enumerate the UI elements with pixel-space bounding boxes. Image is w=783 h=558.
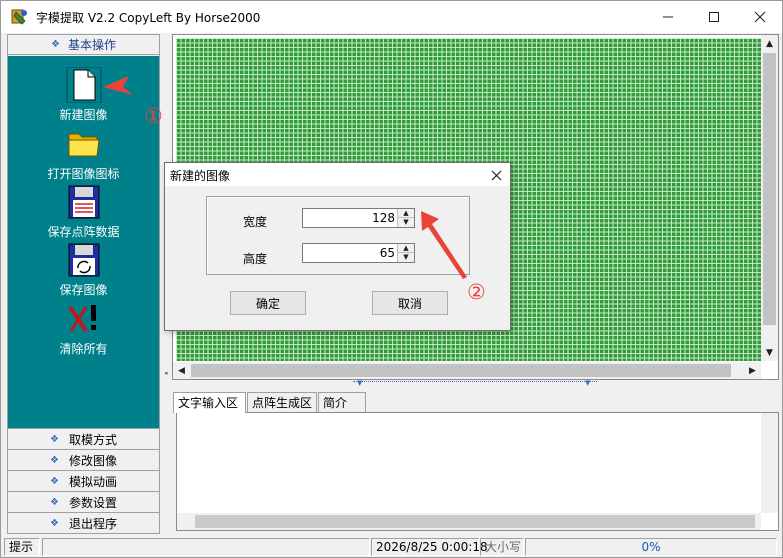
width-spinbox[interactable]: 128 ▲ ▼ — [302, 208, 415, 228]
splitter-arrow-icon: ◂ — [164, 369, 168, 377]
height-value[interactable]: 65 — [380, 246, 395, 260]
height-spinbox[interactable]: 65 ▲ ▼ — [302, 243, 415, 263]
minimize-icon — [663, 16, 673, 18]
height-spin-buttons: ▲ ▼ — [397, 244, 414, 262]
section-basic-operations[interactable]: ❖ 基本操作 — [8, 35, 159, 55]
status-hint: 提示 — [4, 538, 40, 556]
window-title: 字模提取 V2.2 CopyLeft By Horse2000 — [36, 11, 261, 25]
scroll-thumb[interactable] — [191, 364, 731, 377]
tool-label: 保存点阵数据 — [47, 225, 120, 239]
diamond-icon: ❖ — [50, 517, 59, 529]
dialog-title-bar: 新建的图像 — [165, 163, 510, 186]
vertical-scrollbar[interactable] — [761, 413, 778, 513]
diamond-icon: ❖ — [50, 475, 59, 487]
scroll-up-icon[interactable]: ▲ — [761, 35, 778, 52]
maximize-icon — [709, 12, 719, 22]
section-label: 参数设置 — [68, 495, 117, 510]
status-message — [42, 538, 370, 556]
tab-dot-matrix[interactable]: 点阵生成区 — [247, 392, 317, 412]
spin-up-icon[interactable]: ▲ — [398, 244, 414, 253]
app-window: 字模提取 V2.2 CopyLeft By Horse2000 ❖ 基本操作 新… — [0, 0, 783, 558]
title-bar: 字模提取 V2.2 CopyLeft By Horse2000 — [1, 1, 782, 33]
scroll-thumb[interactable] — [195, 515, 755, 528]
close-icon — [491, 170, 501, 180]
section-mode[interactable]: ❖ 取模方式 — [8, 428, 159, 449]
width-value[interactable]: 128 — [372, 211, 395, 225]
diamond-icon: ❖ — [50, 496, 59, 508]
tool-save-data[interactable]: 保存点阵数据 — [8, 184, 159, 240]
text-input-area[interactable] — [176, 412, 779, 531]
annotation-arrow-icon — [421, 211, 467, 279]
section-label: 基本操作 — [67, 38, 116, 52]
section-edit-image[interactable]: ❖ 修改图像 — [8, 449, 159, 470]
dialog-title: 新建的图像 — [170, 169, 231, 183]
spin-down-icon[interactable]: ▼ — [398, 253, 414, 262]
sidebar: ❖ 基本操作 新建图像 打开图像图标 保存点阵数据 保存图像 清除所有 ❖ 取模… — [7, 34, 160, 534]
width-label: 宽度 — [243, 215, 268, 229]
splitter-arrow-icon: ▼ — [585, 379, 591, 387]
spin-down-icon[interactable]: ▼ — [398, 218, 414, 227]
scroll-left-icon[interactable]: ◀ — [173, 362, 190, 379]
open-folder-icon — [66, 126, 102, 162]
diamond-icon: ❖ — [50, 433, 59, 445]
minimize-button[interactable] — [645, 1, 691, 33]
status-bar: 提示 2026/8/25 0:00:18 大小写 0% — [2, 537, 782, 557]
section-label: 模拟动画 — [68, 474, 117, 489]
status-datetime: 2026/8/25 0:00:18 — [371, 538, 488, 556]
close-icon — [754, 11, 766, 23]
new-image-icon — [66, 66, 102, 104]
section-label: 退出程序 — [68, 516, 117, 531]
status-caps-lock: 大小写 — [480, 538, 524, 556]
tab-text-input[interactable]: 文字输入区 — [173, 392, 246, 413]
close-button[interactable] — [737, 1, 783, 33]
section-exit[interactable]: ❖ 退出程序 — [8, 512, 159, 533]
horizontal-splitter[interactable]: ▼ ▼ — [353, 379, 597, 389]
tool-save-image[interactable]: 保存图像 — [8, 242, 159, 298]
diamond-icon: ❖ — [50, 454, 59, 466]
basic-tools-panel: 新建图像 打开图像图标 保存点阵数据 保存图像 清除所有 — [8, 56, 159, 428]
maximize-button[interactable] — [691, 1, 737, 33]
splitter-arrow-icon: ▼ — [357, 379, 363, 387]
clear-all-icon — [66, 301, 102, 337]
tab-intro[interactable]: 简介 — [318, 392, 366, 412]
tool-open-image[interactable]: 打开图像图标 — [8, 126, 159, 182]
annotation-marker-1: ① — [144, 104, 163, 128]
save-data-icon — [66, 184, 102, 220]
section-label: 修改图像 — [68, 453, 117, 468]
section-settings[interactable]: ❖ 参数设置 — [8, 491, 159, 512]
diamond-icon: ❖ — [51, 39, 60, 50]
dialog-close-button[interactable] — [485, 164, 507, 186]
section-animation[interactable]: ❖ 模拟动画 — [8, 470, 159, 491]
annotation-arrow-icon — [103, 76, 133, 95]
tool-label: 清除所有 — [59, 342, 108, 356]
tool-clear-all[interactable]: 清除所有 — [8, 301, 159, 357]
tool-label: 新建图像 — [59, 108, 108, 122]
ok-button[interactable]: 确定 — [230, 291, 306, 315]
status-progress: 0% — [525, 538, 777, 556]
spin-up-icon[interactable]: ▲ — [398, 209, 414, 218]
app-icon — [11, 9, 27, 25]
height-label: 高度 — [243, 252, 268, 266]
tool-label: 保存图像 — [59, 283, 108, 297]
scroll-thumb[interactable] — [763, 53, 776, 325]
save-image-icon — [66, 242, 102, 278]
section-label: 取模方式 — [68, 432, 117, 447]
cancel-button[interactable]: 取消 — [372, 291, 448, 315]
annotation-marker-2: ② — [467, 280, 486, 304]
scroll-down-icon[interactable]: ▼ — [761, 344, 778, 361]
scroll-right-icon[interactable]: ▶ — [744, 362, 761, 379]
width-spin-buttons: ▲ ▼ — [397, 209, 414, 227]
tool-label: 打开图像图标 — [47, 167, 120, 181]
